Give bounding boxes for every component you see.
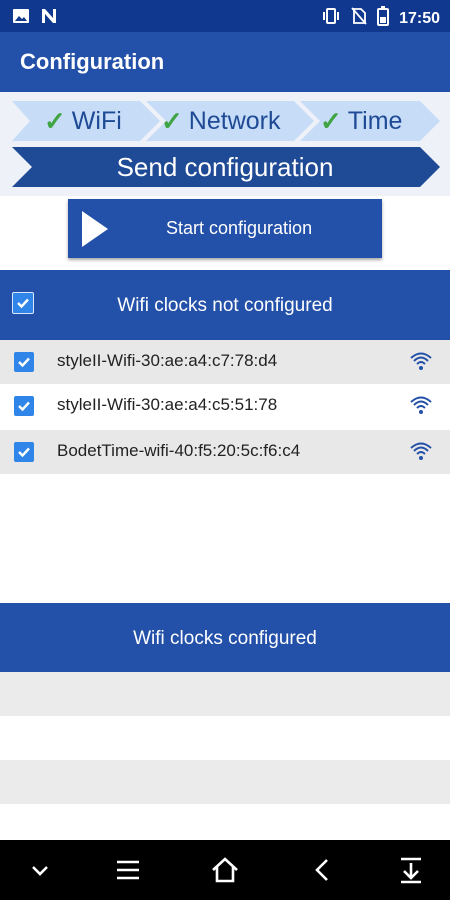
not-configured-title: Wifi clocks not configured [117,295,333,316]
home-icon[interactable] [195,840,255,900]
clock-name: styleII-Wifi-30:ae:a4:c7:78:d4 [57,351,278,370]
check-icon: ✓ [44,106,66,136]
navigation-bar [0,840,450,900]
app-bar: Configuration [0,32,450,92]
current-step-label: Send configuration [116,152,334,182]
configured-title: Wifi clocks configured [133,628,317,649]
wifi-icon [410,441,432,466]
back-icon[interactable] [292,840,352,900]
menu-icon[interactable] [98,840,158,900]
empty-list-row [0,804,450,840]
clock-row[interactable]: BodetTime-wifi-40:f5:20:5c:f6:c4 [0,430,450,474]
clock-checkbox[interactable] [14,352,34,372]
step-time-label: Time [347,107,403,135]
clock-name: styleII-Wifi-30:ae:a4:c5:51:78 [57,395,278,414]
not-configured-header: Wifi clocks not configured [0,270,450,340]
battery-icon [377,6,390,31]
status-bar: 17:50 [0,0,450,32]
clock-checkbox[interactable] [14,442,34,462]
clock-row[interactable]: styleII-Wifi-30:ae:a4:c5:51:78 [0,384,450,428]
step-indicator: ✓ WiFi ✓ Network ✓ Time Send configurati… [0,92,450,196]
no-sim-icon [351,7,367,30]
chevron-down-icon[interactable] [10,840,70,900]
empty-list-row [0,716,450,760]
play-icon [80,209,110,252]
clock-checkbox[interactable] [14,396,34,416]
empty-list-row [0,760,450,804]
clock-row[interactable]: styleII-Wifi-30:ae:a4:c7:78:d4 [0,340,450,384]
check-icon: ✓ [161,106,183,136]
n-notification-icon [40,7,58,30]
step-wifi: ✓ WiFi [44,106,122,137]
download-icon[interactable] [381,840,441,900]
step-network-label: Network [188,107,281,135]
step-network: ✓ Network [161,106,280,137]
start-configuration-label: Start configuration [166,218,313,238]
clock-name: BodetTime-wifi-40:f5:20:5c:f6:c4 [57,441,301,460]
empty-list-row [0,672,450,716]
image-icon [12,7,30,30]
step-time: ✓ Time [320,106,402,137]
wifi-icon [410,395,432,420]
vibrate-icon [321,7,341,30]
step-wifi-label: WiFi [71,107,122,135]
check-icon: ✓ [320,106,342,136]
start-configuration-button[interactable]: Start configuration [68,199,382,258]
configured-header: Wifi clocks configured [0,603,450,672]
wifi-icon [410,351,432,376]
status-time: 17:50 [399,9,440,27]
page-title: Configuration [20,49,165,74]
